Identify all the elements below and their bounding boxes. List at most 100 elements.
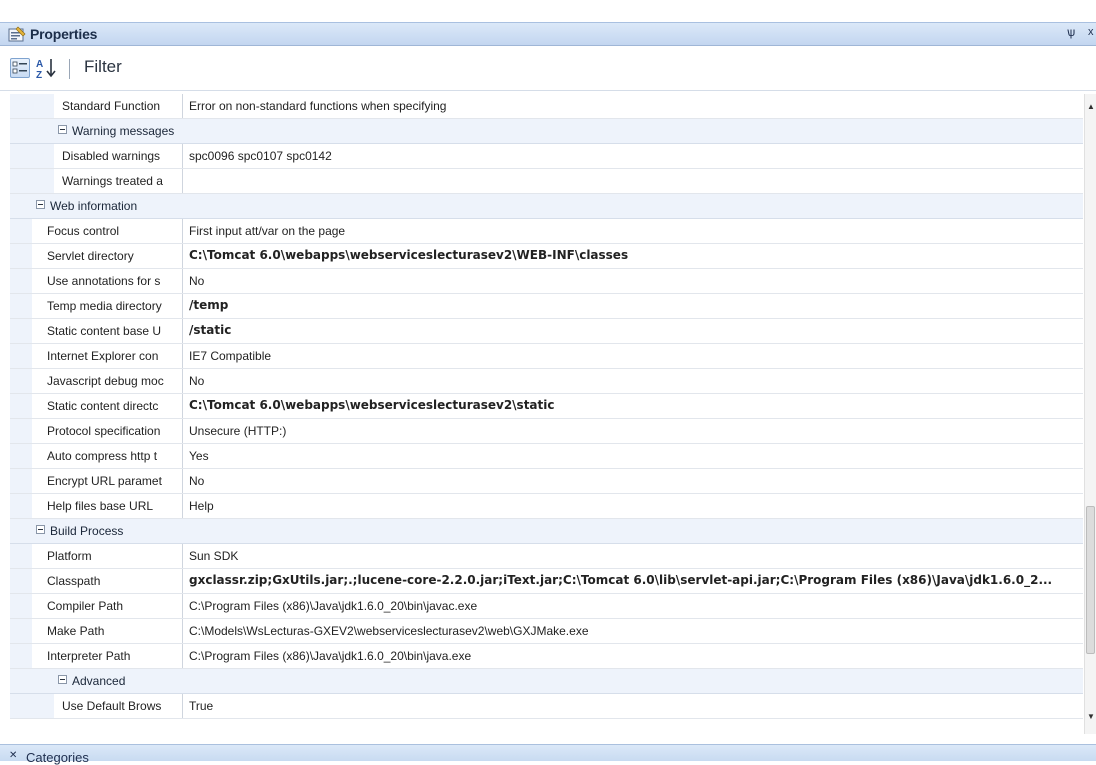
property-name[interactable]: Servlet directory bbox=[47, 249, 180, 263]
property-row[interactable]: Make Path C:\Models\WsLecturas-GXEV2\webs… bbox=[10, 619, 1083, 644]
property-row[interactable]: Static content directc C:\Tomcat 6.0\weba… bbox=[10, 394, 1083, 419]
pin-icon[interactable]: ѱ bbox=[1067, 25, 1075, 39]
column-divider[interactable] bbox=[182, 544, 183, 568]
property-value[interactable]: Help bbox=[189, 499, 1079, 513]
property-value[interactable]: C:\Tomcat 6.0\webapps\webserviceslectura… bbox=[189, 398, 1079, 412]
property-value[interactable]: spc0096 spc0107 spc0142 bbox=[189, 149, 1079, 163]
property-row[interactable]: Standard Function Error on non-standard f… bbox=[10, 94, 1083, 119]
property-row[interactable]: Classpath gxclassr.zip;GxUtils.jar;.;luce… bbox=[10, 569, 1083, 594]
property-name[interactable]: Use annotations for s bbox=[47, 274, 180, 288]
property-name[interactable]: Standard Function bbox=[62, 99, 180, 113]
property-name[interactable]: Auto compress http t bbox=[47, 449, 180, 463]
property-name[interactable]: Protocol specification bbox=[47, 424, 180, 438]
scroll-down-icon[interactable]: ▼ bbox=[1087, 712, 1095, 721]
chevron-icon[interactable]: ✕ bbox=[9, 750, 17, 761]
property-name[interactable]: Warnings treated a bbox=[62, 174, 180, 188]
category-row[interactable]: Warning messages bbox=[10, 119, 1083, 144]
property-row[interactable]: Protocol specification Unsecure (HTTP:) bbox=[10, 419, 1083, 444]
column-divider[interactable] bbox=[182, 219, 183, 243]
property-row[interactable]: Temp media directory/temp bbox=[10, 294, 1083, 319]
alphabetical-sort-icon[interactable]: A Z bbox=[34, 56, 62, 80]
property-value[interactable]: C:\Tomcat 6.0\webapps\webserviceslectura… bbox=[189, 248, 1079, 262]
property-name[interactable]: Use Default Brows bbox=[62, 699, 180, 713]
property-name[interactable]: Static content directc bbox=[47, 399, 180, 413]
property-row[interactable]: Interpreter Path C:\Program Files (x86)\J… bbox=[10, 644, 1083, 669]
column-divider[interactable] bbox=[182, 269, 183, 293]
property-value[interactable]: /static bbox=[189, 323, 1079, 337]
property-row[interactable]: Static content base U/static bbox=[10, 319, 1083, 344]
column-divider[interactable] bbox=[182, 594, 183, 618]
property-name[interactable]: Internet Explorer con bbox=[47, 349, 180, 363]
column-divider[interactable] bbox=[182, 144, 183, 168]
property-name[interactable]: Make Path bbox=[47, 624, 180, 638]
close-icon[interactable]: x bbox=[1088, 26, 1094, 38]
property-name[interactable]: Interpreter Path bbox=[47, 649, 180, 663]
column-divider[interactable] bbox=[182, 294, 183, 318]
property-name[interactable]: Classpath bbox=[47, 574, 180, 588]
property-name[interactable]: Static content base U bbox=[47, 324, 180, 338]
collapse-icon[interactable] bbox=[58, 125, 67, 134]
property-value[interactable]: No bbox=[189, 474, 1079, 488]
column-divider[interactable] bbox=[182, 169, 183, 193]
property-value[interactable]: C:\Program Files (x86)\Java\jdk1.6.0_20\… bbox=[189, 649, 1079, 663]
property-value[interactable]: Yes bbox=[189, 449, 1079, 463]
column-divider[interactable] bbox=[182, 419, 183, 443]
property-row[interactable]: Help files base URL Help bbox=[10, 494, 1083, 519]
property-row[interactable]: Internet Explorer con IE7 Compatible bbox=[10, 344, 1083, 369]
property-row[interactable]: Warnings treated a bbox=[10, 169, 1083, 194]
collapse-icon[interactable] bbox=[58, 675, 67, 684]
categorized-button[interactable] bbox=[10, 58, 30, 78]
scroll-thumb[interactable] bbox=[1086, 506, 1095, 654]
property-row[interactable]: Disabled warnings spc0096 spc0107 spc0142 bbox=[10, 144, 1083, 169]
property-value[interactable]: Unsecure (HTTP:) bbox=[189, 424, 1079, 438]
property-value[interactable]: IE7 Compatible bbox=[189, 349, 1079, 363]
column-divider[interactable] bbox=[182, 694, 183, 718]
property-row[interactable]: Javascript debug moc No bbox=[10, 369, 1083, 394]
property-row[interactable]: Use Default Brows True bbox=[10, 694, 1083, 719]
column-divider[interactable] bbox=[182, 244, 183, 268]
property-value[interactable]: C:\Program Files (x86)\Java\jdk1.6.0_20\… bbox=[189, 599, 1079, 613]
property-value[interactable]: First input att/var on the page bbox=[189, 224, 1079, 238]
property-row[interactable]: Platform Sun SDK bbox=[10, 544, 1083, 569]
column-divider[interactable] bbox=[182, 319, 183, 343]
column-divider[interactable] bbox=[182, 644, 183, 668]
category-row[interactable]: Advanced bbox=[10, 669, 1083, 694]
property-row[interactable]: Servlet directory C:\Tomcat 6.0\webapps\w… bbox=[10, 244, 1083, 269]
column-divider[interactable] bbox=[182, 369, 183, 393]
property-name[interactable]: Help files base URL bbox=[47, 499, 180, 513]
property-value[interactable]: Sun SDK bbox=[189, 549, 1079, 563]
category-row[interactable]: Build Process bbox=[10, 519, 1083, 544]
property-name[interactable]: Platform bbox=[47, 549, 180, 563]
property-value[interactable]: No bbox=[189, 374, 1079, 388]
property-value[interactable]: Error on non-standard functions when spe… bbox=[189, 99, 1079, 113]
collapse-icon[interactable] bbox=[36, 200, 45, 209]
column-divider[interactable] bbox=[182, 494, 183, 518]
filter-button[interactable]: Filter bbox=[84, 57, 122, 77]
property-name[interactable]: Temp media directory bbox=[47, 299, 180, 313]
property-value[interactable]: /temp bbox=[189, 298, 1079, 312]
property-row[interactable]: Use annotations for s No bbox=[10, 269, 1083, 294]
property-name[interactable]: Compiler Path bbox=[47, 599, 180, 613]
property-row[interactable]: Compiler Path C:\Program Files (x86)\Java… bbox=[10, 594, 1083, 619]
column-divider[interactable] bbox=[182, 394, 183, 418]
property-name[interactable]: Focus control bbox=[47, 224, 180, 238]
column-divider[interactable] bbox=[182, 344, 183, 368]
column-divider[interactable] bbox=[182, 94, 183, 118]
property-name[interactable]: Disabled warnings bbox=[62, 149, 180, 163]
property-name[interactable]: Encrypt URL paramet bbox=[47, 474, 180, 488]
scroll-up-icon[interactable]: ▲ bbox=[1087, 102, 1095, 111]
property-value[interactable]: C:\Models\WsLecturas-GXEV2\webservicesle… bbox=[189, 624, 1079, 638]
column-divider[interactable] bbox=[182, 469, 183, 493]
property-value[interactable]: No bbox=[189, 274, 1079, 288]
property-value[interactable]: True bbox=[189, 699, 1079, 713]
column-divider[interactable] bbox=[182, 444, 183, 468]
collapse-icon[interactable] bbox=[36, 525, 45, 534]
property-row[interactable]: Encrypt URL paramet No bbox=[10, 469, 1083, 494]
property-row[interactable]: Focus control First input att/var on the … bbox=[10, 219, 1083, 244]
category-row[interactable]: Web information bbox=[10, 194, 1083, 219]
property-value[interactable]: gxclassr.zip;GxUtils.jar;.;lucene-core-2… bbox=[189, 573, 1079, 587]
property-name[interactable]: Javascript debug moc bbox=[47, 374, 180, 388]
property-row[interactable]: Auto compress http t Yes bbox=[10, 444, 1083, 469]
categories-bar[interactable]: ✕ Categories bbox=[0, 744, 1096, 765]
column-divider[interactable] bbox=[182, 569, 183, 593]
